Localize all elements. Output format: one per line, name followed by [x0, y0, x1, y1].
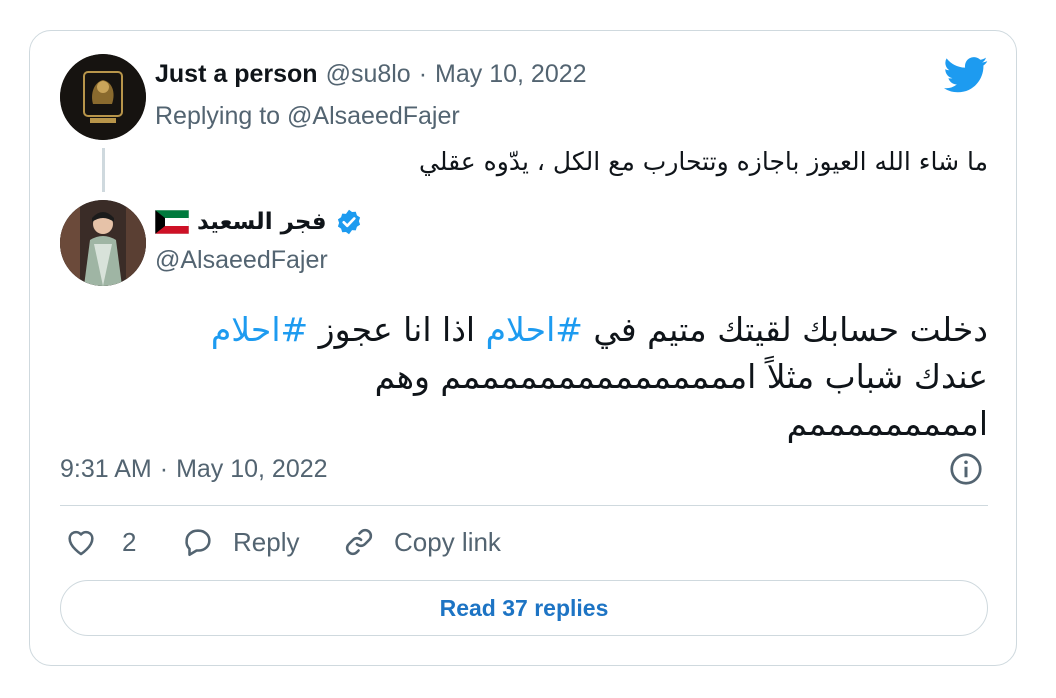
main-tweet-line-1: دخلت حسابك لقيتك متيم في #احلام اذا انا … [210, 310, 988, 349]
reply-label: Reply [233, 526, 300, 557]
copy-link-button[interactable]: Copy link [342, 525, 501, 559]
read-replies-label: Read 37 replies [439, 594, 609, 621]
like-count: 2 [122, 526, 137, 557]
thread-connector-line [102, 148, 105, 192]
tweet-time[interactable]: 9:31 AM [60, 455, 152, 484]
reply-tweet-text: ما شاء الله العيوز باجازه وتتحارب مع الك… [419, 147, 988, 176]
separator-dot: · [159, 455, 169, 483]
link-icon [342, 525, 376, 559]
info-icon[interactable] [948, 451, 984, 487]
divider [60, 505, 988, 506]
main-author-avatar[interactable] [60, 200, 146, 286]
heart-icon [64, 525, 98, 559]
main-author-handle[interactable]: @AlsaeedFajer [155, 246, 328, 275]
hashtag-link[interactable]: #احلام [486, 310, 583, 349]
separator-dot: · [418, 60, 428, 88]
replying-to-prefix: Replying to [155, 102, 281, 130]
main-tweet-text: دخلت حسابك لقيتك متيم في #احلام اذا انا … [110, 306, 988, 447]
replying-to-handle[interactable]: @AlsaeedFajer [287, 102, 460, 130]
reply-bubble-icon [181, 525, 215, 559]
main-tweet-line-2: عندك شباب مثلاً امممممممممممممممم وهم [374, 357, 988, 396]
reply-button[interactable]: Reply [181, 525, 299, 559]
main-tweet-line-3: امممممممممم [786, 404, 988, 443]
kuwait-flag-icon [154, 209, 190, 235]
twitter-logo-icon[interactable] [944, 56, 988, 94]
tweet-date[interactable]: May 10, 2022 [176, 455, 328, 484]
reply-date[interactable]: May 10, 2022 [435, 60, 587, 89]
reply-author-name[interactable]: Just a person [155, 60, 318, 89]
main-author-name[interactable]: فجر السعيد [197, 209, 327, 235]
verified-badge-icon [335, 208, 363, 236]
read-replies-button[interactable]: Read 37 replies [60, 580, 988, 636]
reply-author-avatar[interactable] [60, 54, 146, 140]
like-button[interactable]: 2 [64, 525, 136, 559]
hashtag-link[interactable]: #احلام [211, 310, 308, 349]
copy-link-label: Copy link [394, 526, 501, 557]
reply-author-handle[interactable]: @su8lo [326, 60, 411, 89]
